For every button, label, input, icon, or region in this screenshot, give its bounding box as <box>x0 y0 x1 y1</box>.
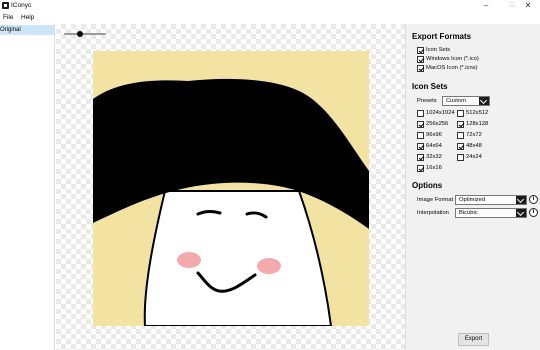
checkbox[interactable] <box>417 64 424 72</box>
info-icon[interactable]: i <box>529 195 538 204</box>
image-format-value: Optimized <box>459 197 486 203</box>
list-item-original[interactable]: Original <box>0 25 55 35</box>
menu-file[interactable]: File <box>3 14 13 21</box>
checkbox-label: 256x256 <box>426 121 449 127</box>
icon-sets-title: Icon Sets <box>412 82 448 91</box>
checkbox[interactable] <box>457 142 464 150</box>
checkbox-label: MacOS Icon (*.icns) <box>426 65 478 71</box>
size-96[interactable]: 96x96 <box>417 131 442 139</box>
image-list: Original <box>0 24 55 350</box>
image-format-label: Image Format <box>417 197 454 203</box>
checkbox[interactable] <box>417 55 424 63</box>
checkbox[interactable] <box>417 120 424 128</box>
checkbox[interactable] <box>417 153 424 161</box>
size-72[interactable]: 72x72 <box>457 131 482 139</box>
size-1024[interactable]: 1024x1024 <box>417 109 455 117</box>
chevron-down-icon <box>479 97 489 105</box>
checkbox[interactable] <box>417 164 424 172</box>
title-bar: IConyc – □ ✕ <box>0 0 540 13</box>
checkbox-label: 16x16 <box>426 165 442 171</box>
export-format-icon-sets[interactable]: Icon Sets <box>417 46 450 54</box>
interpolation-value: Bicubic <box>459 210 478 216</box>
zoom-slider-track[interactable] <box>64 33 106 35</box>
checkbox[interactable] <box>417 109 424 117</box>
size-128[interactable]: 128x128 <box>457 120 488 128</box>
close-button[interactable]: ✕ <box>515 0 540 13</box>
checkbox[interactable] <box>457 131 464 139</box>
checkbox-label: 32x32 <box>426 154 442 160</box>
image-format-dropdown[interactable]: Optimized <box>455 195 527 205</box>
chevron-down-icon <box>516 196 526 204</box>
presets-dropdown[interactable]: Custom <box>442 96 490 106</box>
checkbox-label: 48x48 <box>466 143 482 149</box>
checkbox[interactable] <box>457 109 464 117</box>
preview-image <box>93 51 369 326</box>
size-16[interactable]: 16x16 <box>417 164 442 172</box>
checkbox-label: 72x72 <box>466 132 482 138</box>
size-32[interactable]: 32x32 <box>417 153 442 161</box>
zoom-slider-thumb[interactable] <box>77 31 83 37</box>
export-format-macos-icon[interactable]: MacOS Icon (*.icns) <box>417 64 478 72</box>
checkbox[interactable] <box>457 120 464 128</box>
preview-canvas <box>56 24 405 350</box>
character-body <box>143 190 333 326</box>
menu-bar: File Help <box>0 13 540 24</box>
checkbox-label: Windows Icon (*.ico) <box>426 56 479 62</box>
size-24[interactable]: 24x24 <box>457 153 482 161</box>
left-cheek <box>177 252 201 268</box>
export-button[interactable]: Export <box>458 333 489 346</box>
settings-panel: Export Formats Icon Sets Windows Icon (*… <box>405 24 540 350</box>
chevron-down-icon <box>516 209 526 217</box>
checkbox[interactable] <box>417 131 424 139</box>
info-icon[interactable]: i <box>529 208 538 217</box>
export-formats-title: Export Formats <box>412 32 472 41</box>
size-48[interactable]: 48x48 <box>457 142 482 150</box>
presets-value: Custom <box>446 98 466 104</box>
checkbox-label: 24x24 <box>466 154 482 160</box>
options-title: Options <box>412 181 443 190</box>
checkbox-label: 96x96 <box>426 132 442 138</box>
export-format-windows-icon[interactable]: Windows Icon (*.ico) <box>417 55 479 63</box>
menu-help[interactable]: Help <box>21 14 34 21</box>
right-cheek <box>257 258 281 274</box>
checkbox-label: 512x512 <box>466 110 489 116</box>
checkbox-label: 128x128 <box>466 121 489 127</box>
interpolation-label: Interpolation <box>417 210 449 216</box>
size-512[interactable]: 512x512 <box>457 109 488 117</box>
window-title: IConyc <box>11 2 32 9</box>
size-256[interactable]: 256x256 <box>417 120 448 128</box>
checkbox[interactable] <box>417 142 424 150</box>
app-icon <box>2 2 9 9</box>
checkbox-label: Icon Sets <box>426 47 451 53</box>
interpolation-dropdown[interactable]: Bicubic <box>455 208 527 218</box>
minimize-button[interactable]: – <box>473 0 499 13</box>
checkbox-label: 1024x1024 <box>426 110 455 116</box>
checkbox[interactable] <box>457 153 464 161</box>
checkbox[interactable] <box>417 46 424 54</box>
presets-label: Presets <box>417 98 437 104</box>
size-64[interactable]: 64x64 <box>417 142 442 150</box>
checkbox-label: 64x64 <box>426 143 442 149</box>
